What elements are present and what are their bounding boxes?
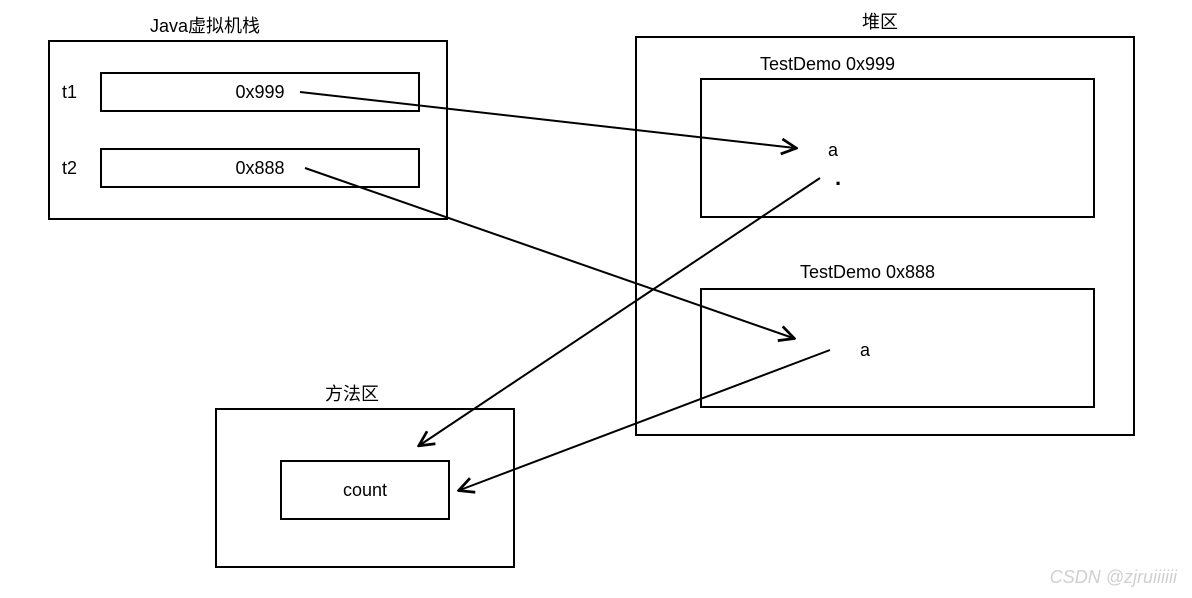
diagram-canvas: Java虚拟机栈 t1 0x999 t2 0x888 堆区 TestDemo 0… (0, 0, 1192, 598)
heap-object-header-0: TestDemo 0x999 (760, 54, 895, 75)
heap-object-field-1: a (860, 340, 870, 361)
stack-entry-value-t2: 0x888 (235, 158, 284, 179)
stack-title: Java虚拟机栈 (150, 12, 260, 38)
stack-entry-box-t2: 0x888 (100, 148, 420, 188)
watermark: CSDN @zjruiiiiii (1050, 567, 1177, 588)
method-area-title: 方法区 (325, 380, 379, 406)
stack-box (48, 40, 448, 220)
heap-title: 堆区 (862, 8, 898, 34)
stack-entry-name-t2: t2 (62, 158, 77, 179)
heap-object-box-0 (700, 78, 1095, 218)
stack-entry-name-t1: t1 (62, 82, 77, 103)
method-area-field: count (343, 480, 387, 501)
heap-object-header-1: TestDemo 0x888 (800, 262, 935, 283)
stack-entry-box-t1: 0x999 (100, 72, 420, 112)
heap-object-dot-0: . (835, 165, 841, 191)
method-area-field-box: count (280, 460, 450, 520)
stack-entry-value-t1: 0x999 (235, 82, 284, 103)
heap-object-field-0: a (828, 140, 838, 161)
heap-object-box-1 (700, 288, 1095, 408)
